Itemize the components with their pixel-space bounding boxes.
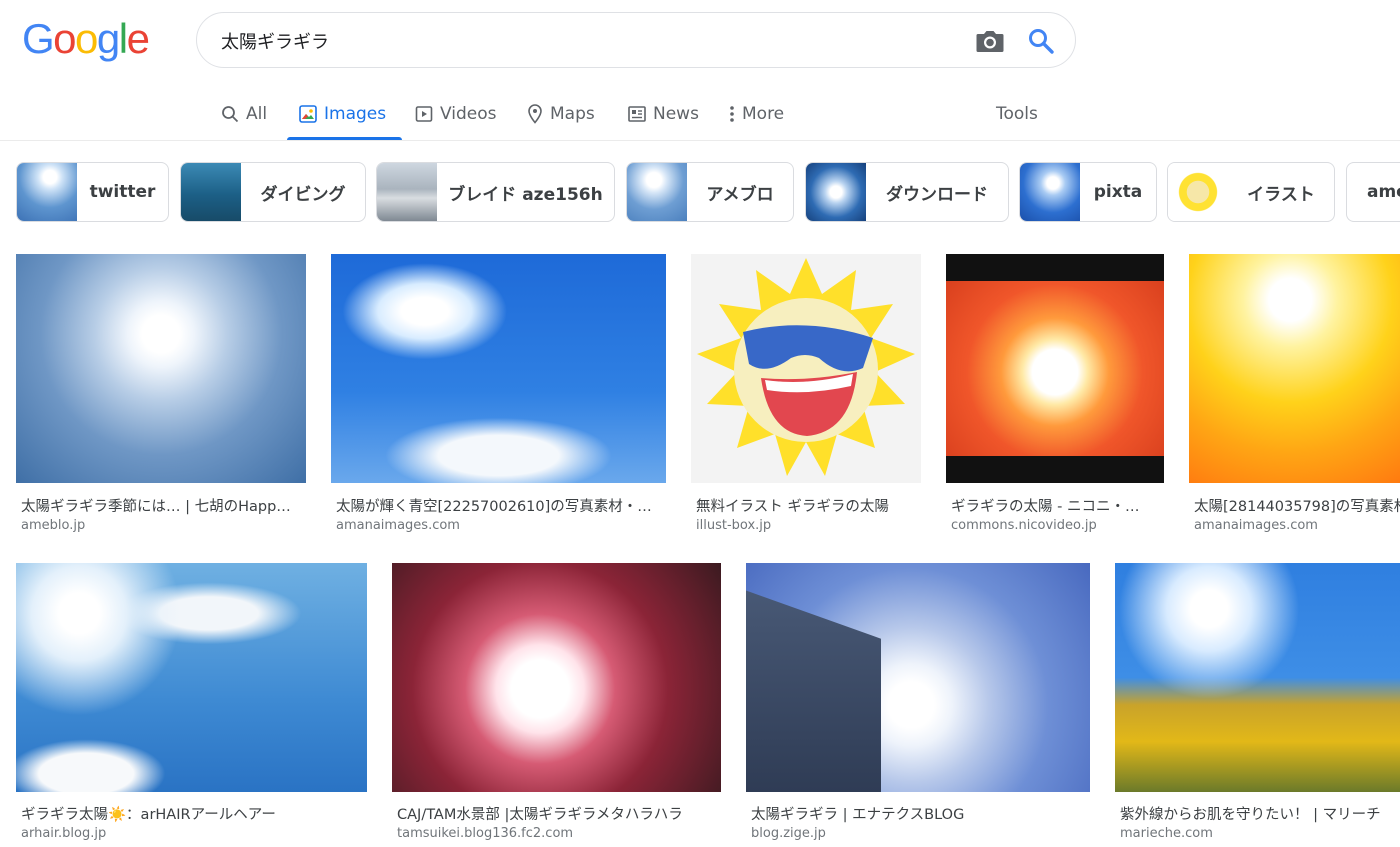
related-chip[interactable]: ブレイド aze156h [376,162,615,222]
result-image[interactable] [16,254,306,483]
result-title: 太陽ギラギラ季節には… | 七胡のHapp… [21,499,291,515]
map-pin-icon [528,104,542,124]
image-icon [299,105,317,123]
tab-images-label: Images [324,104,387,124]
google-logo[interactable]: Google [22,18,150,60]
result-domain: marieche.com [1120,826,1213,841]
image-result[interactable]: ギラギラの太陽 - ニコニ・… commons.nicovideo.jp [946,254,1164,544]
tab-maps[interactable]: Maps [527,88,595,140]
result-image[interactable] [16,563,367,792]
related-chip[interactable]: ダウンロード [805,162,1009,222]
image-result[interactable]: 太陽が輝く青空[22257002610]の写真素材・… amanaimages.… [331,254,666,544]
result-domain: commons.nicovideo.jp [951,518,1097,533]
chip-thumbnail [627,163,687,221]
tab-all-label: All [246,104,268,124]
chip-label: ブレイド aze156h [448,184,603,205]
image-result[interactable]: 太陽[28144035798]の写真素材 amanaimages.com [1189,254,1400,544]
chip-label: twitter [89,182,156,202]
result-domain: ameblo.jp [21,518,86,533]
result-domain: arhair.blog.jp [21,826,107,841]
search-icon[interactable] [1027,27,1055,55]
chip-label: アメブロ [706,184,774,205]
result-title: 太陽が輝く青空[22257002610]の写真素材・… [336,499,652,515]
tab-more-label: More [742,104,785,124]
tab-news[interactable]: News [628,88,699,140]
image-result[interactable]: ギラギラ太陽☀️：arHAIRアールヘアー arhair.blog.jp [16,563,367,847]
tab-images[interactable]: Images [286,88,403,140]
result-image[interactable] [392,563,721,792]
tab-videos-label: Videos [440,104,497,124]
chip-thumbnail [1168,163,1228,221]
result-title: ギラギラ太陽☀️：arHAIRアールヘアー [21,807,276,823]
camera-icon[interactable] [975,27,1005,55]
tab-more[interactable]: More [729,88,784,140]
related-chip[interactable]: pixta [1019,162,1157,222]
tools-button[interactable]: Tools [996,88,1038,140]
search-tabs: All Images Videos Maps News More Tools [0,88,1400,141]
tab-videos[interactable]: Videos [415,88,497,140]
result-image[interactable] [331,254,666,483]
related-chip[interactable]: ame [1346,162,1400,222]
image-result[interactable]: 太陽ギラギラ | エナテクスBLOG blog.zige.jp [746,563,1090,847]
chip-label: ame [1367,182,1400,202]
result-domain: tamsuikei.blog136.fc2.com [397,826,574,841]
chip-thumbnail [1020,163,1080,221]
related-chip[interactable]: イラスト [1167,162,1335,222]
result-image[interactable] [946,254,1164,483]
chip-thumbnail [377,163,437,221]
image-result[interactable]: CAJ/TAM水景部 |太陽ギラギラメタハラハラ tamsuikei.blog1… [392,563,721,847]
video-icon [415,106,433,122]
result-title: 太陽[28144035798]の写真素材 [1194,499,1400,515]
result-domain: amanaimages.com [1194,518,1318,533]
result-image[interactable] [1189,254,1400,483]
news-icon [628,106,646,122]
result-domain: amanaimages.com [336,518,460,533]
result-title: 紫外線からお肌を守りたい！ | マリーチ [1120,807,1381,823]
chip-thumbnail [806,163,866,221]
search-input[interactable] [221,13,961,69]
tab-maps-label: Maps [550,104,595,124]
image-result[interactable]: 無料イラスト ギラギラの太陽 illust-box.jp [691,254,921,544]
result-title: 太陽ギラギラ | エナテクスBLOG [751,807,965,823]
related-chip[interactable]: アメブロ [626,162,794,222]
result-domain: blog.zige.jp [751,826,826,841]
result-image[interactable] [746,563,1090,792]
tab-news-label: News [653,104,699,124]
result-title: ギラギラの太陽 - ニコニ・… [951,499,1140,515]
chip-label: イラスト [1247,184,1315,205]
chip-thumbnail [181,163,241,221]
chip-thumbnail [17,163,77,221]
related-chip[interactable]: twitter [16,162,169,222]
result-title: 無料イラスト ギラギラの太陽 [696,499,889,515]
chip-label: pixta [1093,182,1143,202]
result-title: CAJ/TAM水景部 |太陽ギラギラメタハラハラ [397,807,683,823]
result-image[interactable] [1115,563,1400,792]
search-icon [222,106,239,123]
result-domain: illust-box.jp [696,518,772,533]
result-image[interactable] [691,254,921,483]
chip-label: ダウンロード [886,184,988,205]
tools-label: Tools [996,104,1038,124]
more-vertical-icon [730,106,734,122]
search-box [196,12,1076,69]
related-chip[interactable]: ダイビング [180,162,366,222]
image-result[interactable]: 太陽ギラギラ季節には… | 七胡のHapp… ameblo.jp [16,254,306,544]
image-result[interactable]: 紫外線からお肌を守りたい！ | マリーチ marieche.com [1115,563,1400,847]
chip-label: ダイビング [260,184,346,205]
tab-all[interactable]: All [221,88,267,140]
